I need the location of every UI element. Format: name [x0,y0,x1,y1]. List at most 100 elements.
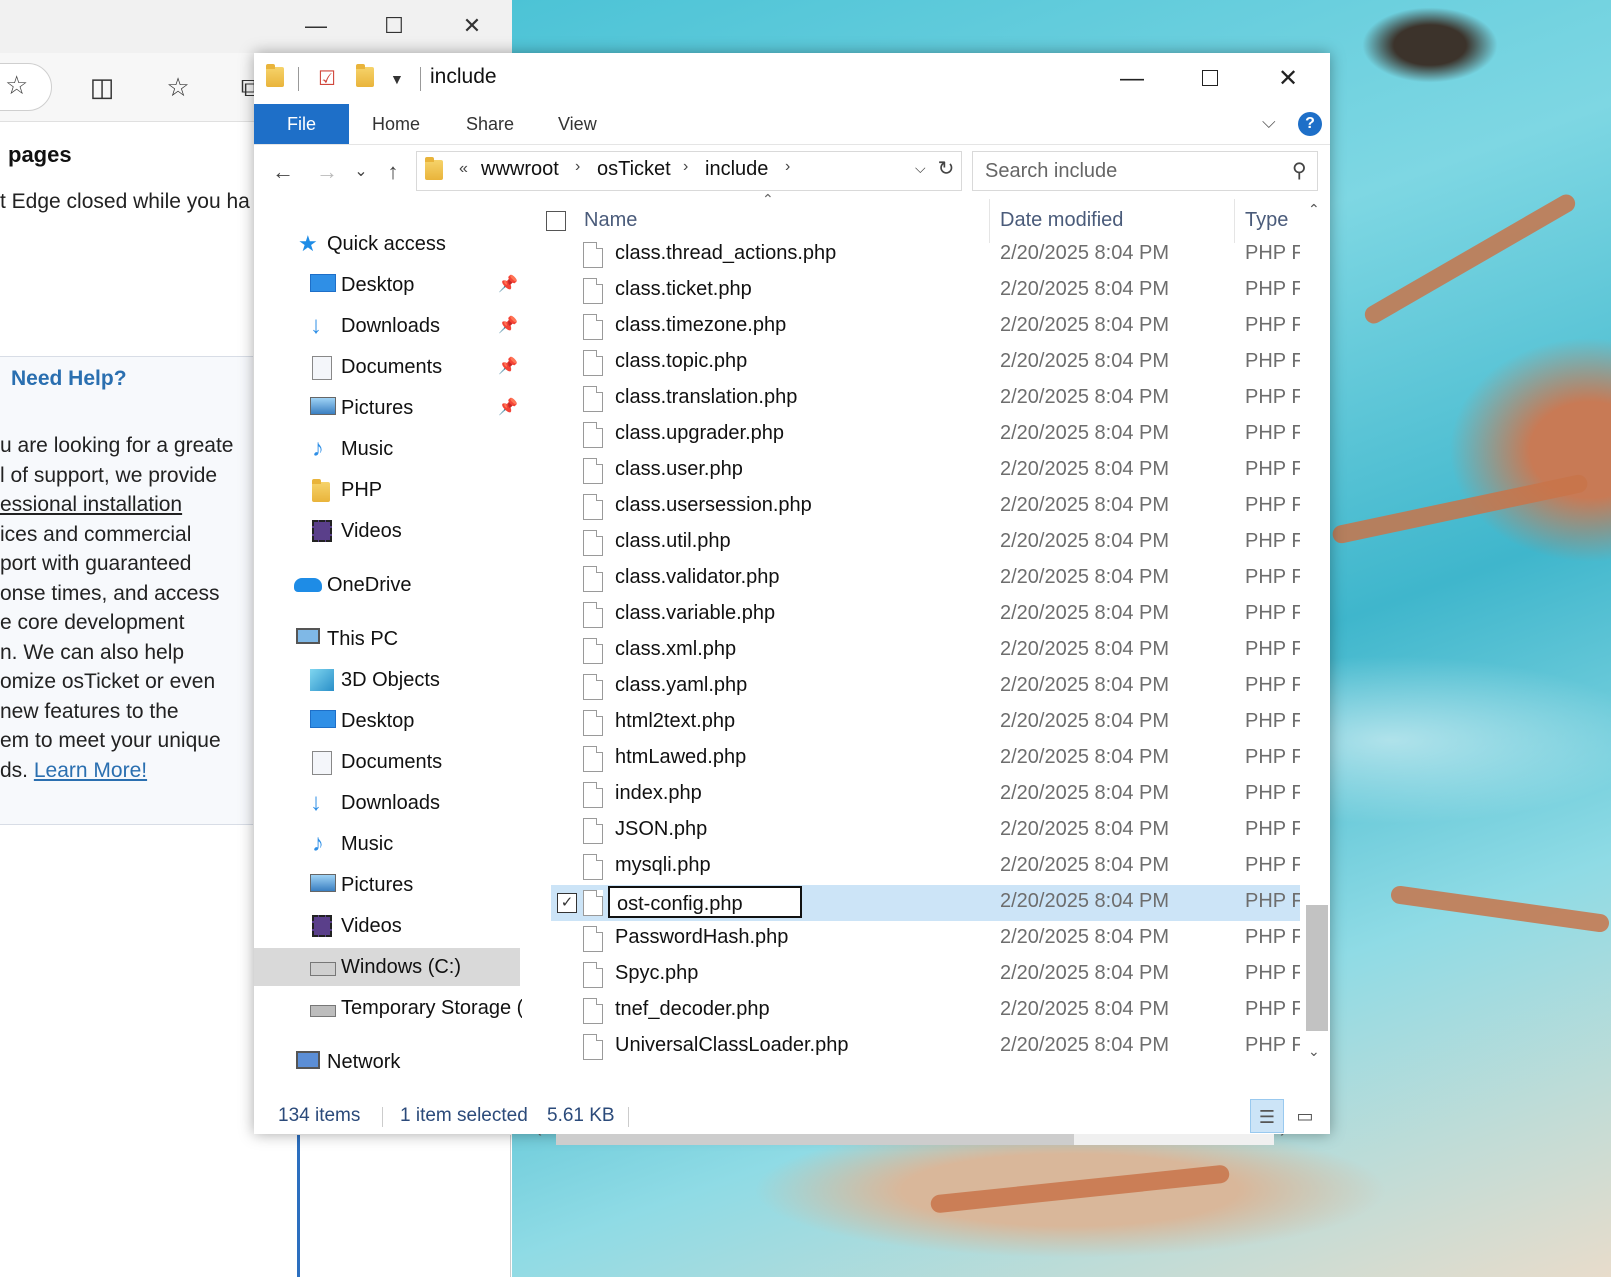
expand-ribbon-chevron-icon[interactable]: ⌵ [1262,112,1276,133]
large-icons-view-button[interactable]: ▭ [1288,1099,1322,1133]
nav-network[interactable]: Network [254,1043,522,1081]
tab-view[interactable]: View [558,104,597,144]
address-bar[interactable]: « wwwroot › osTicket › include › ⌵ ↻ [416,151,962,191]
breadcrumb-include[interactable]: include [705,158,768,181]
favorite-star-icon[interactable]: ☆ [5,70,28,101]
nav-label: Quick access [327,233,446,255]
file-row[interactable]: class.ticket.php 2/20/2025 8:04 PM PHP Fil… [551,273,1300,309]
file-row[interactable]: tnef_decoder.php 2/20/2025 8:04 PM PHP Fil… [551,993,1300,1029]
vertical-scroll-thumb[interactable] [1306,905,1328,1031]
file-row[interactable]: class.xml.php 2/20/2025 8:04 PM PHP File [551,633,1300,669]
file-row[interactable]: JSON.php 2/20/2025 8:04 PM PHP File [551,813,1300,849]
tab-file[interactable]: File [254,104,349,144]
nav-quick-downloads[interactable]: ↓ Downloads 📌 [254,307,522,345]
nav-pc-desktop[interactable]: Desktop [254,702,522,740]
pin-icon[interactable]: 📌 [498,307,518,345]
nav-this-pc[interactable]: This PC [254,620,522,658]
nav-pc-videos[interactable]: Videos [254,907,522,945]
file-row[interactable]: Spyc.php 2/20/2025 8:04 PM PHP File [551,957,1300,993]
nav-quick-desktop[interactable]: Desktop 📌 [254,266,522,304]
customize-quick-access-icon[interactable]: ▼ [390,67,414,91]
file-row[interactable]: class.timezone.php 2/20/2025 8:04 PM PHP F… [551,309,1300,345]
nav-quick-music[interactable]: ♪ Music [254,430,522,468]
breadcrumb-chevron-icon[interactable]: › [683,158,688,176]
file-row[interactable]: class.translation.php 2/20/2025 8:04 PM PH… [551,381,1300,417]
row-checkbox[interactable]: ✓ [557,893,577,913]
maximize-button[interactable] [1180,57,1240,101]
nav-pc-pictures[interactable]: Pictures [254,866,522,904]
column-header-name[interactable]: Name [584,209,637,232]
pin-icon[interactable]: 📌 [498,348,518,386]
edge-close-button[interactable]: ✕ [452,6,492,46]
file-row[interactable]: html2text.php 2/20/2025 8:04 PM PHP File [551,705,1300,741]
nav-pc-downloads[interactable]: ↓ Downloads [254,784,522,822]
help-line-link[interactable]: essional installation [0,490,253,520]
nav-pc-music[interactable]: ♪ Music [254,825,522,863]
nav-quick-access[interactable]: ★ Quick access [254,225,522,263]
search-icon[interactable]: ⚲ [1292,158,1307,183]
file-row[interactable]: class.topic.php 2/20/2025 8:04 PM PHP File [551,345,1300,381]
breadcrumb-osticket[interactable]: osTicket [597,158,671,181]
split-screen-icon[interactable]: ◫ [82,67,122,107]
details-view-button[interactable]: ☰ [1250,1099,1284,1133]
learn-more-link[interactable]: Learn More! [34,759,147,782]
pin-icon[interactable]: 📌 [498,389,518,427]
nav-pc-temporary-storage[interactable]: Temporary Storage ( [254,989,522,1027]
breadcrumb-wwwroot[interactable]: wwwroot [481,158,559,181]
search-input[interactable] [983,156,1277,186]
file-row[interactable]: htmLawed.php 2/20/2025 8:04 PM PHP File [551,741,1300,777]
edge-maximize-button[interactable]: ☐ [374,6,414,46]
column-header-type[interactable]: Type [1245,209,1288,232]
select-all-checkbox[interactable] [546,211,566,231]
properties-icon[interactable]: ☑ [318,67,342,91]
file-row[interactable]: class.user.php 2/20/2025 8:04 PM PHP File [551,453,1300,489]
up-button[interactable]: ↑ [376,155,410,189]
file-row[interactable]: class.upgrader.php 2/20/2025 8:04 PM PHP F… [551,417,1300,453]
edge-address-bar[interactable]: ☆ [0,63,52,111]
nav-pc-3d-objects[interactable]: 3D Objects [254,661,522,699]
file-row[interactable]: class.util.php 2/20/2025 8:04 PM PHP File [551,525,1300,561]
recent-locations-button[interactable]: ⌄ [344,155,378,189]
search-box[interactable]: ⚲ [972,151,1318,191]
scroll-up-arrow-icon[interactable]: ⌃ [1308,201,1320,218]
breadcrumb-chevron-icon[interactable]: › [785,158,790,176]
vertical-scrollbar[interactable]: ⌃ ⌄ [1302,197,1330,1065]
file-row[interactable]: class.variable.php 2/20/2025 8:04 PM PHP F… [551,597,1300,633]
address-dropdown-icon[interactable]: ⌵ [915,160,926,177]
minimize-button[interactable]: — [1102,57,1162,101]
nav-quick-pictures[interactable]: Pictures 📌 [254,389,522,427]
nav-pc-windows-c[interactable]: Windows (C:) [254,948,520,986]
nav-quick-documents[interactable]: Documents 📌 [254,348,522,386]
file-row[interactable]: class.validator.php 2/20/2025 8:04 PM PHP … [551,561,1300,597]
help-icon[interactable]: ? [1298,112,1322,136]
nav-quick-php[interactable]: PHP [254,471,522,509]
file-row[interactable]: index.php 2/20/2025 8:04 PM PHP File [551,777,1300,813]
file-row[interactable]: ✓ ost-config.php 2/20/2025 8:04 PM PHP File [551,885,1300,921]
breadcrumb-chevron-icon[interactable]: › [575,158,580,176]
file-row[interactable]: UniversalClassLoader.php 2/20/2025 8:04 P… [551,1029,1300,1065]
downloads-icon: ↓ [310,312,322,339]
nav-pc-documents[interactable]: Documents [254,743,522,781]
breadcrumb-overflow[interactable]: « [459,160,468,178]
file-row[interactable]: class.yaml.php 2/20/2025 8:04 PM PHP File [551,669,1300,705]
file-row[interactable]: class.usersession.php 2/20/2025 8:04 PM PH… [551,489,1300,525]
refresh-button[interactable]: ↻ [933,156,959,181]
rename-input[interactable]: ost-config.php [608,886,802,918]
file-row[interactable]: PasswordHash.php 2/20/2025 8:04 PM PHP Fil… [551,921,1300,957]
tab-home[interactable]: Home [372,104,420,144]
column-header-date[interactable]: Date modified [1000,209,1123,232]
edge-minimize-button[interactable]: — [296,6,336,46]
pin-icon[interactable]: 📌 [498,266,518,304]
close-button[interactable]: ✕ [1258,57,1318,101]
back-button[interactable]: ← [266,155,300,189]
favorites-icon[interactable]: ☆ [158,67,198,107]
file-type: PHP File [1245,566,1300,588]
nav-quick-videos[interactable]: Videos [254,512,522,550]
tab-share[interactable]: Share [466,104,514,144]
nav-onedrive[interactable]: OneDrive [254,566,522,604]
file-row[interactable]: mysqli.php 2/20/2025 8:04 PM PHP File [551,849,1300,885]
file-row[interactable]: class.thread_actions.php 2/20/2025 8:04 P… [551,237,1300,273]
forward-button[interactable]: → [310,155,344,189]
new-folder-icon[interactable] [356,64,380,91]
scroll-down-arrow-icon[interactable]: ⌄ [1308,1043,1320,1060]
